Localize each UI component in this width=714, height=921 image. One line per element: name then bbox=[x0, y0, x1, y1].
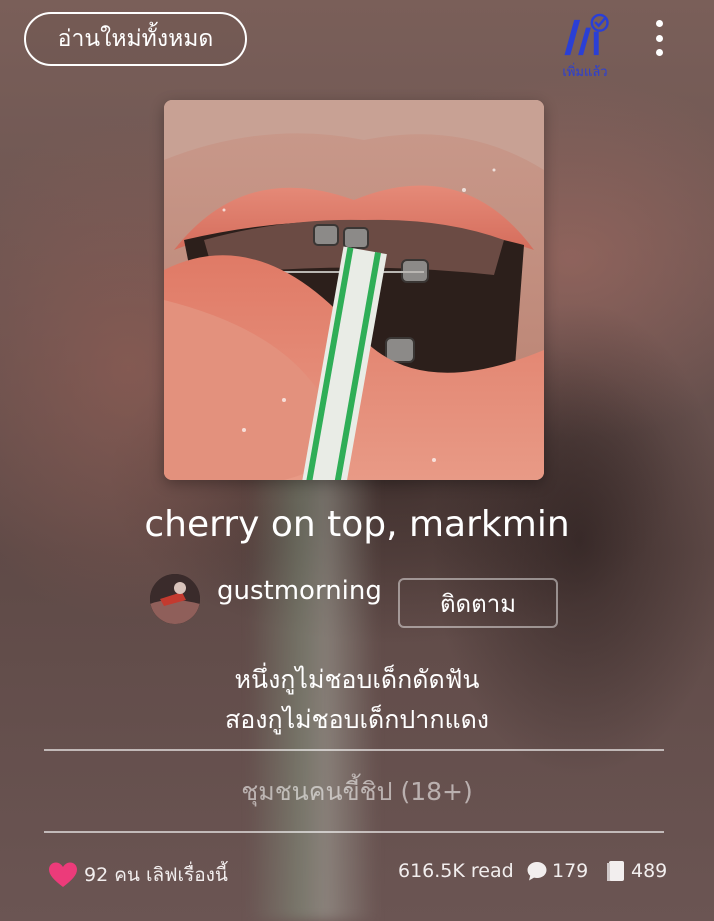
heart-icon bbox=[49, 862, 77, 887]
loves-stat[interactable]: 92 คน เลิฟเรื่องนี้ bbox=[48, 860, 228, 890]
story-cover-image[interactable] bbox=[164, 100, 544, 480]
parts-stat[interactable]: 489 bbox=[606, 860, 667, 882]
divider bbox=[44, 749, 664, 751]
library-added-icon bbox=[564, 13, 609, 56]
read-all-button[interactable]: อ่านใหม่ทั้งหมด bbox=[24, 12, 247, 66]
comments-count: 179 bbox=[552, 860, 589, 882]
description-line-1: หนึ่งกูไม่ชอบเด็กดัดฟัน bbox=[234, 665, 480, 694]
reads-count: 616.5K read bbox=[398, 860, 514, 882]
reads-stat: 616.5K read bbox=[398, 860, 514, 882]
author-avatar[interactable] bbox=[150, 574, 200, 624]
author-row: gustmorning ติดตาม bbox=[150, 572, 570, 628]
comment-icon bbox=[527, 862, 547, 881]
more-vertical-icon[interactable] bbox=[645, 20, 673, 56]
author-name[interactable]: gustmorning bbox=[217, 576, 382, 606]
library-added-button[interactable]: เพิ่มแล้ว bbox=[552, 12, 618, 82]
comments-stat[interactable]: 179 bbox=[526, 860, 588, 882]
story-category[interactable]: ชุมชนคนขี้ชิป (18+) bbox=[0, 772, 714, 812]
story-title: cherry on top, markmin bbox=[144, 504, 570, 545]
follow-button[interactable]: ติดตาม bbox=[398, 578, 558, 628]
book-icon bbox=[607, 861, 624, 881]
story-description: หนึ่งกูไม่ชอบเด็กดัดฟัน สองกูไม่ชอบเด็กป… bbox=[0, 660, 714, 740]
description-line-2: สองกูไม่ชอบเด็กปากแดง bbox=[224, 705, 490, 734]
parts-count: 489 bbox=[631, 860, 668, 882]
story-stats: 92 คน เลิฟเรื่องนี้ 616.5K read 179 489 bbox=[48, 856, 678, 892]
library-added-label: เพิ่มแล้ว bbox=[562, 65, 608, 80]
divider bbox=[44, 831, 664, 833]
loves-count: 92 คน เลิฟเรื่องนี้ bbox=[84, 864, 228, 886]
